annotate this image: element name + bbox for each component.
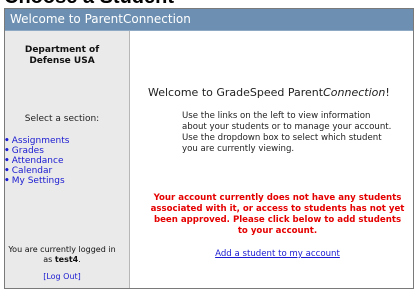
section-nav: • Assignments • Grades • Attendance • Calend… — [4, 136, 69, 186]
nav-item-grades[interactable]: • Grades — [4, 146, 69, 156]
bullet-icon: • — [4, 156, 10, 166]
nav-label[interactable]: My Settings — [12, 176, 65, 186]
bullet-icon: • — [4, 146, 10, 156]
nav-item-my-settings[interactable]: • My Settings — [4, 176, 69, 186]
organization-name: Department of Defense USA — [0, 45, 124, 67]
logged-in-status: You are currently logged in as test4. — [0, 245, 124, 265]
nav-label[interactable]: Assignments — [12, 136, 70, 146]
org-line-2: Defense USA — [29, 56, 95, 66]
bullet-icon: • — [4, 176, 10, 186]
logged-in-prefix: as — [43, 255, 55, 264]
username: test4 — [54, 255, 79, 264]
top-heading-clip: Choose a Student — [0, 0, 418, 8]
welcome-prefix: Welcome to GradeSpeed Parent — [148, 86, 324, 99]
bullet-icon: • — [4, 136, 10, 146]
bullet-icon: • — [4, 166, 10, 176]
window-title: Welcome to ParentConnection — [10, 12, 191, 26]
logout-link[interactable]: [Log Out] — [0, 272, 124, 281]
welcome-suffix: ! — [385, 86, 390, 99]
select-section-label: Select a section: — [24, 114, 100, 124]
no-students-warning: Your account currently does not have any… — [150, 193, 405, 236]
nav-label[interactable]: Attendance — [12, 156, 64, 166]
welcome-heading: Welcome to GradeSpeed ParentConnection! — [148, 86, 390, 99]
info-text: Use the links on the left to view inform… — [182, 111, 392, 154]
logged-in-line-2: as test4. — [0, 255, 124, 265]
title-bar: Welcome to ParentConnection — [5, 9, 413, 31]
add-student-link[interactable]: Add a student to my account — [150, 249, 405, 259]
nav-item-assignments[interactable]: • Assignments — [4, 136, 69, 146]
page-heading-partial: Choose a Student — [4, 0, 174, 8]
nav-item-calendar[interactable]: • Calendar — [4, 166, 69, 176]
nav-label[interactable]: Calendar — [12, 166, 52, 176]
nav-item-attendance[interactable]: • Attendance — [4, 156, 69, 166]
logged-in-line-1: You are currently logged in — [8, 245, 116, 254]
org-line-1: Department of — [24, 45, 100, 55]
logged-in-suffix: . — [78, 255, 81, 264]
nav-label[interactable]: Grades — [12, 146, 44, 156]
welcome-brand: Connection — [323, 86, 386, 99]
